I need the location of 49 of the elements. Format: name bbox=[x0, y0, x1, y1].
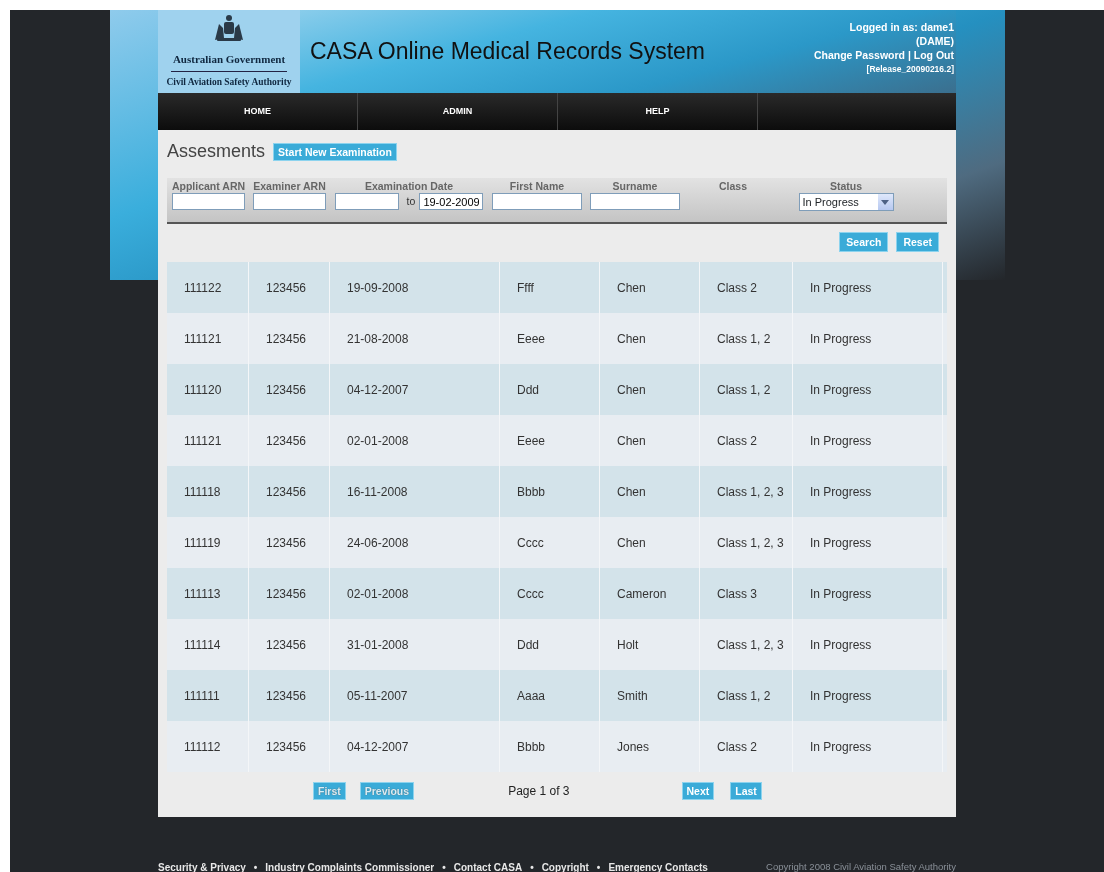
page-indicator: Page 1 of 3 bbox=[508, 783, 570, 800]
separator-dot: • bbox=[596, 861, 601, 872]
change-password-link[interactable]: Change Password bbox=[813, 49, 905, 61]
table-cell: 111112 bbox=[167, 721, 249, 772]
log-out-link[interactable]: Log Out bbox=[913, 49, 954, 61]
table-row[interactable]: 111111 123456 05-11-2007 Aaaa Smith Class 1, 2 In Progress bbox=[167, 670, 947, 721]
separator-text: | bbox=[906, 49, 912, 61]
logo-text: Australian Government bbox=[170, 51, 288, 72]
filter-label: Examination Date bbox=[364, 180, 454, 193]
filter-label: Applicant ARN bbox=[171, 180, 246, 193]
table-row[interactable]: 111121 123456 02-01-2008 Eeee Chen Class 2 In Progress bbox=[167, 415, 947, 466]
table-cell: 04-12-2007 bbox=[330, 721, 500, 772]
filter-label: First Name bbox=[509, 180, 565, 193]
table-row[interactable]: 111120 123456 04-12-2007 Ddd Chen Class 1, 2 In Progress bbox=[167, 364, 947, 415]
input-field[interactable] bbox=[172, 193, 245, 210]
filter-label: Surname bbox=[612, 180, 658, 193]
logo-text: Civil Aviation Safety Authority bbox=[166, 75, 292, 89]
filter-label: Class bbox=[719, 180, 747, 193]
table-row[interactable]: 111122 123456 19-09-2008 Ffff Chen Class 2 In Progress bbox=[167, 262, 947, 313]
app-title: CASA Online Medical Records System bbox=[310, 37, 706, 67]
date-field[interactable]: 19-02-2009 bbox=[419, 193, 484, 210]
table-row[interactable]: 111113 123456 02-01-2008 Cccc Cameron Class 3 In Progress bbox=[167, 568, 947, 619]
table-cell: In Progress bbox=[793, 721, 943, 772]
status-select[interactable]: In Progress bbox=[798, 193, 894, 211]
table-row[interactable]: 111118 123456 16-11-2008 Bbbb Chen Class 1, 2, 3 In Progress bbox=[167, 466, 947, 517]
footer-link[interactable]: Contact CASA bbox=[453, 860, 523, 872]
input-field[interactable] bbox=[253, 193, 326, 210]
separator-dot: • bbox=[253, 861, 258, 872]
user-label: Logged in as: dame1 bbox=[849, 21, 954, 33]
to-label: to bbox=[406, 195, 416, 208]
table-row[interactable]: 111121 123456 21-08-2008 Eeee Chen Class 1, 2 In Progress bbox=[167, 313, 947, 364]
user-role: (DAME) bbox=[916, 35, 954, 47]
table-cell: Class 2 bbox=[700, 721, 793, 772]
table-cell: Bbbb bbox=[500, 721, 600, 772]
release-text: [Release_20090216.2] bbox=[866, 64, 954, 74]
page-title: Assesments bbox=[167, 140, 266, 163]
input-field[interactable] bbox=[590, 193, 680, 210]
separator-dot: • bbox=[442, 861, 446, 872]
copyright-text: Copyright 2008 Civil Aviation Safety Authority bbox=[766, 860, 956, 872]
table-cell: Jones bbox=[600, 721, 700, 772]
separator-dot: • bbox=[530, 861, 534, 872]
filter-label: Examiner ARN bbox=[253, 180, 326, 193]
table-row[interactable]: 111112 123456 04-12-2007 Bbbb Jones Class 2 In Progress bbox=[167, 721, 947, 772]
table-row[interactable]: 111114 123456 31-01-2008 Ddd Holt Class 1, 2, 3 In Progress bbox=[167, 619, 947, 670]
table-cell: 123456 bbox=[249, 721, 330, 772]
filter-label: Status bbox=[829, 180, 863, 193]
input-field[interactable] bbox=[492, 193, 582, 210]
input-field[interactable] bbox=[334, 193, 399, 210]
table-row[interactable]: 111119 123456 24-06-2008 Cccc Chen Class 1, 2, 3 In Progress bbox=[167, 517, 947, 568]
